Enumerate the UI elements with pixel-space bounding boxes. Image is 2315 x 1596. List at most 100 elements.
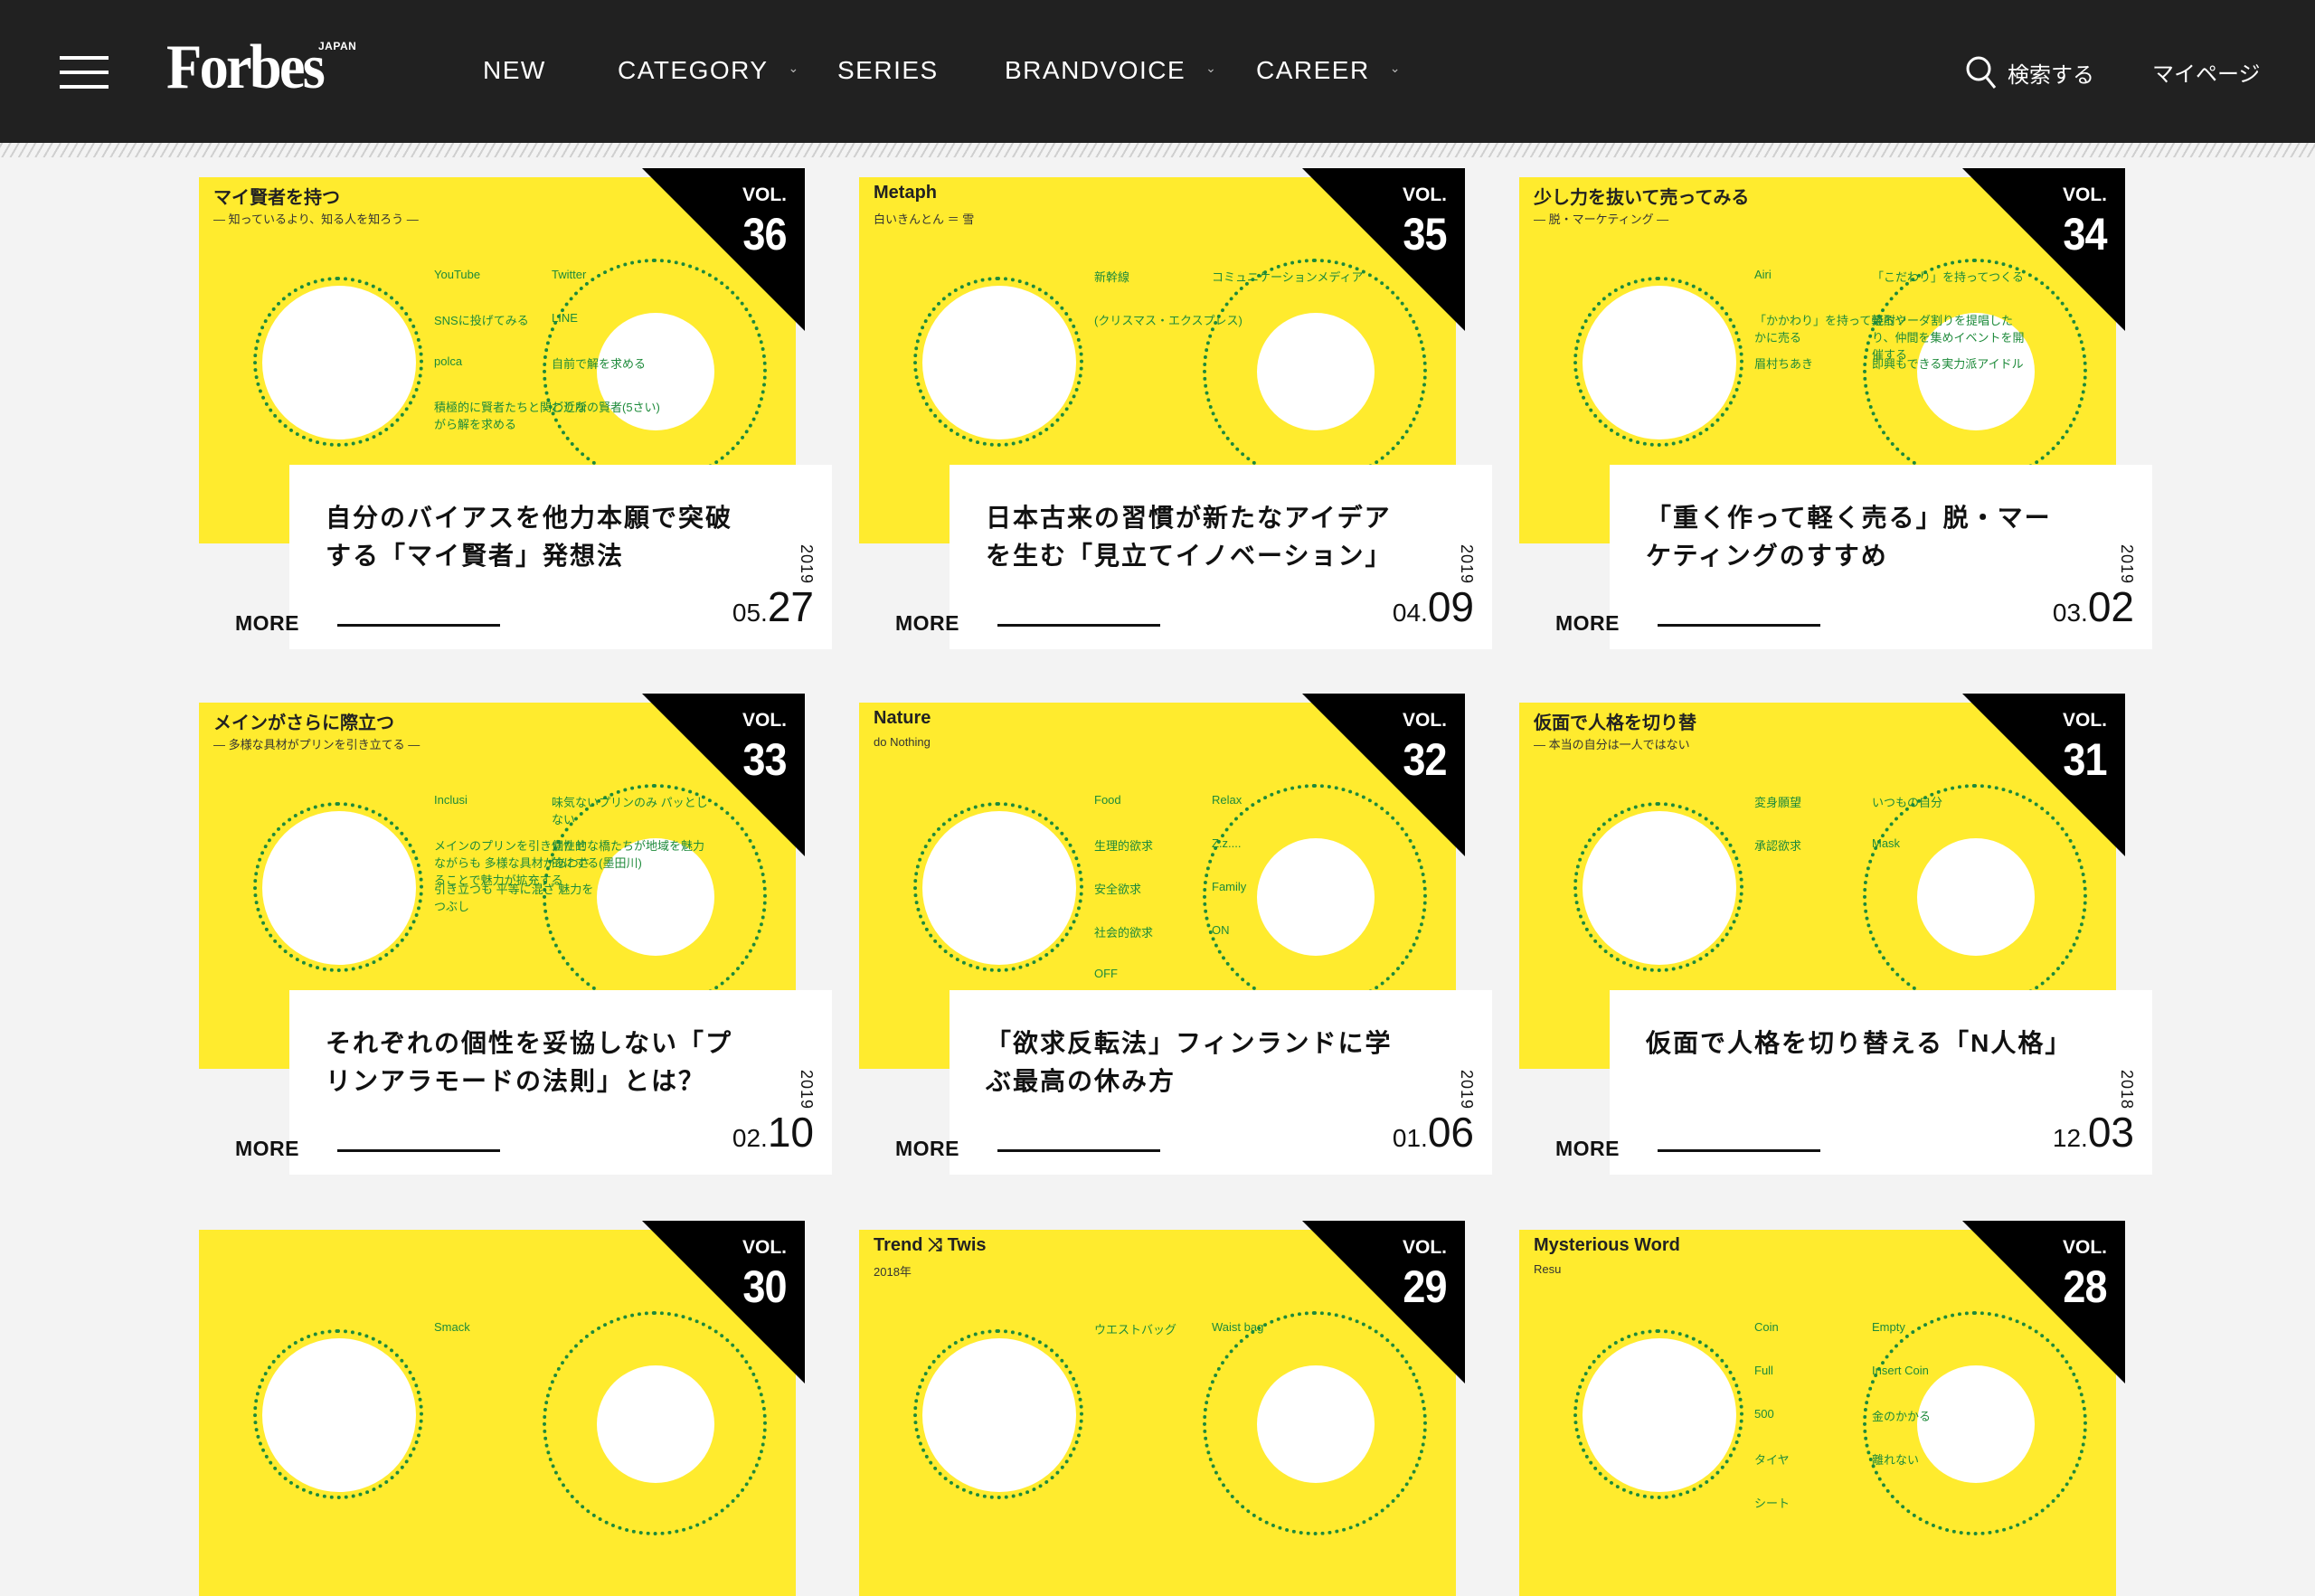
illustration-label: ご近所の賢者(5さい) xyxy=(552,401,660,414)
illustration-label: 変身願望 xyxy=(1754,796,1802,809)
mypage-link[interactable]: マイページ xyxy=(2152,56,2261,88)
article-card[interactable]: 日本古来の習慣が新たなアイデアを生む「見立てイノベーション」 2019 04.0… xyxy=(950,465,1492,649)
illustration-label: Food xyxy=(1094,793,1121,807)
article-day: 10 xyxy=(767,1109,814,1156)
search-button[interactable]: 検索する xyxy=(1964,54,2094,90)
volume-badge: VOL. 36 xyxy=(642,168,805,331)
illustration-label: シート xyxy=(1754,1497,1791,1510)
article-title[interactable]: 仮面で人格を切り替える「N人格」 xyxy=(1646,1025,2071,1062)
illustration-subheading: Resu xyxy=(1534,1262,1562,1276)
more-link[interactable]: MORE xyxy=(895,1137,959,1161)
illustration-label: 金のかかる xyxy=(1872,1410,1932,1423)
illustration-shape xyxy=(1573,802,1743,972)
illustration-label: polca xyxy=(434,354,463,368)
article-day: 06 xyxy=(1427,1109,1474,1156)
illustration-heading: Nature xyxy=(874,708,931,728)
illustration-heading: Trend ⤨ Twis xyxy=(874,1235,987,1255)
nav-brandvoice[interactable]: BRANDVOICE ⌄ xyxy=(1005,56,1217,85)
illustration-label: Relax xyxy=(1212,793,1243,807)
volume-number: 30 xyxy=(742,1261,788,1312)
illustration-subheading: ― 本当の自分は一人ではない xyxy=(1534,738,1690,751)
hamburger-menu-icon[interactable] xyxy=(60,54,109,90)
volume-label: VOL. xyxy=(1402,1237,1447,1258)
illustration-label: Waist bag xyxy=(1212,1320,1264,1334)
illustration-shape xyxy=(913,1329,1083,1499)
article-year: 2019 xyxy=(798,1070,816,1110)
article-title[interactable]: 「欲求反転法」フィンランドに学ぶ最高の休み方 xyxy=(986,1025,1411,1100)
article-month: 05. xyxy=(732,599,768,627)
article-year: 2019 xyxy=(1458,1070,1476,1110)
header-divider xyxy=(0,143,2315,157)
forbes-japan-logo[interactable]: Forbes JAPAN xyxy=(166,36,374,99)
illustration-shape xyxy=(913,802,1083,972)
more-link[interactable]: MORE xyxy=(895,611,959,636)
search-label: 検索する xyxy=(2008,62,2094,88)
volume-label: VOL. xyxy=(742,710,787,731)
article-title[interactable]: 日本古来の習慣が新たなアイデアを生む「見立てイノベーション」 xyxy=(986,499,1411,575)
nav-career-label: CAREER xyxy=(1256,56,1370,84)
logo-wordmark: Forbes xyxy=(166,33,326,102)
article-date: 02.10 xyxy=(732,1108,814,1157)
more-link[interactable]: MORE xyxy=(1555,1137,1620,1161)
more-link[interactable]: MORE xyxy=(235,1137,299,1161)
article-year: 2019 xyxy=(1458,544,1476,585)
article-day: 27 xyxy=(767,583,814,630)
illustration-shape xyxy=(253,1329,423,1499)
article-card[interactable]: 仮面で人格を切り替える「N人格」 2018 12.03 xyxy=(1610,990,2152,1175)
article-date: 04.09 xyxy=(1393,582,1474,631)
article-day: 09 xyxy=(1427,583,1474,630)
article-title[interactable]: それぞれの個性を妥協しない「プリンアラモードの法則」とは？ xyxy=(326,1025,751,1100)
more-link[interactable]: MORE xyxy=(235,611,299,636)
article-date: 01.06 xyxy=(1393,1108,1474,1157)
illustration-subheading: 2018年 xyxy=(874,1265,912,1279)
illustration-label: タイヤ xyxy=(1754,1453,1790,1467)
illustration-label: 自前で解を求める xyxy=(552,357,647,371)
illustration-heading: Mysterious Word xyxy=(1534,1235,1680,1255)
nav-series-label: SERIES xyxy=(837,56,939,84)
logo-edition: JAPAN xyxy=(318,40,357,52)
volume-label: VOL. xyxy=(2062,710,2107,731)
article-tile: Metaph 白いきんとん ＝ 雪新幹線 コミュニケーションメディア (クリスマス・エ… xyxy=(859,168,1492,649)
illustration-label: 500 xyxy=(1754,1407,1774,1421)
volume-badge: VOL. 29 xyxy=(1302,1221,1465,1384)
illustration-label: Inclusi xyxy=(434,793,468,807)
nav-new[interactable]: NEW xyxy=(483,56,546,85)
illustration-shape xyxy=(253,802,423,972)
illustration-label: Z.z.... xyxy=(1212,836,1242,850)
article-day: 02 xyxy=(2087,583,2134,630)
search-icon xyxy=(1966,56,1997,89)
illustration-heading: メインがさらに際立つ xyxy=(213,713,394,733)
illustration-label: (クリスマス・エクスプレス) xyxy=(1094,314,1243,327)
top-navigation-bar: Forbes JAPAN NEW CATEGORY ⌄ SERIES BRANDV… xyxy=(0,0,2315,143)
article-card[interactable]: それぞれの個性を妥協しない「プリンアラモードの法則」とは？ 2019 02.10 xyxy=(289,990,832,1175)
volume-label: VOL. xyxy=(742,1237,787,1258)
nav-career[interactable]: CAREER ⌄ xyxy=(1256,56,1402,85)
illustration-label: YouTube xyxy=(434,268,481,281)
illustration-label: 離れない xyxy=(1872,1453,1920,1467)
article-card[interactable]: 「重く作って軽く売る」脱・マーケティングのすすめ 2019 03.02 xyxy=(1610,465,2152,649)
article-tile: Mysterious Word Resu Coin Empty Full Insert C… xyxy=(1519,1221,2125,1596)
nav-brandvoice-label: BRANDVOICE xyxy=(1005,56,1186,84)
illustration-subheading: ― 知っているより、知る人を知ろう ― xyxy=(213,212,419,226)
illustration-label: ウエストバッグ xyxy=(1094,1323,1177,1336)
more-link[interactable]: MORE xyxy=(1555,611,1620,636)
more-underline xyxy=(337,624,500,627)
illustration-heading: 少し力を抜いて売ってみる xyxy=(1534,188,1750,208)
article-title[interactable]: 自分のバイアスを他力本願で突破する「マイ賢者」発想法 xyxy=(326,499,751,575)
nav-new-label: NEW xyxy=(483,56,546,84)
nav-series[interactable]: SERIES xyxy=(837,56,939,85)
illustration-label: LINE xyxy=(552,311,578,325)
volume-badge: VOL. 35 xyxy=(1302,168,1465,331)
article-card[interactable]: 「欲求反転法」フィンランドに学ぶ最高の休み方 2019 01.06 xyxy=(950,990,1492,1175)
volume-number: 35 xyxy=(1403,209,1448,260)
article-date: 03.02 xyxy=(2053,582,2134,631)
more-underline xyxy=(997,624,1160,627)
article-month: 12. xyxy=(2052,1124,2088,1152)
volume-label: VOL. xyxy=(1402,710,1447,731)
article-card[interactable]: 自分のバイアスを他力本願で突破する「マイ賢者」発想法 2019 05.27 xyxy=(289,465,832,649)
article-title[interactable]: 「重く作って軽く売る」脱・マーケティングのすすめ xyxy=(1646,499,2071,575)
nav-category[interactable]: CATEGORY ⌄ xyxy=(618,56,800,85)
article-year: 2018 xyxy=(2118,1070,2136,1110)
illustration-label: 安全欲求 xyxy=(1094,883,1142,896)
illustration-subheading: 白いきんとん ＝ 雪 xyxy=(874,212,975,226)
